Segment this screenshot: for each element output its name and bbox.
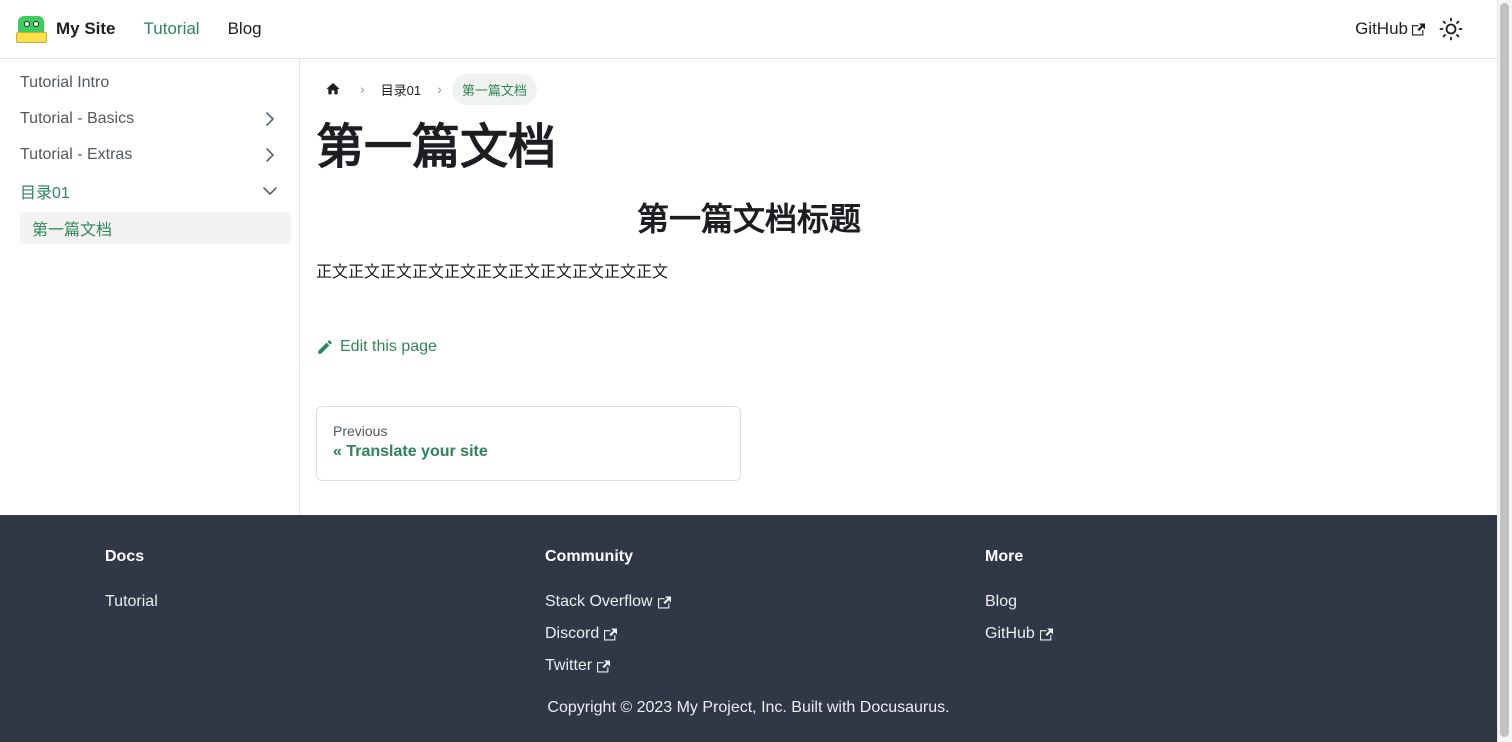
sidebar-item-tutorial-intro[interactable]: Tutorial Intro xyxy=(20,65,291,101)
theme-toggle-sun-icon[interactable] xyxy=(1439,17,1463,41)
chevron-right-icon[interactable] xyxy=(261,146,279,164)
pager-sublabel: Previous xyxy=(333,423,388,439)
sidebar-item-label: Tutorial - Extras xyxy=(20,146,133,163)
doc-body-text: 正文正文正文正文正文正文正文正文正文正文正文 xyxy=(316,264,669,281)
external-link-icon xyxy=(1039,628,1053,640)
footer-link-label: Tutorial xyxy=(105,593,158,610)
footer: Docs Tutorial Community Stack Overflow D… xyxy=(0,515,1497,742)
sidebar-item-first-doc[interactable]: 第一篇文档 xyxy=(20,212,291,244)
external-link-icon xyxy=(1412,23,1425,35)
page-scrollbar[interactable] xyxy=(1497,0,1512,742)
breadcrumb-separator: › xyxy=(360,81,365,97)
page-title: 第一篇文档 xyxy=(316,121,557,174)
footer-link-stack-overflow[interactable]: Stack Overflow xyxy=(545,586,671,618)
pencil-icon xyxy=(318,340,332,354)
footer-col-community: Community Stack Overflow Discord Twitter xyxy=(545,548,671,682)
footer-link-tutorial[interactable]: Tutorial xyxy=(105,586,158,618)
doc-heading: 第一篇文档标题 xyxy=(636,201,861,237)
dinosaur-logo-icon xyxy=(16,15,47,43)
doc-main: › 目录01 › 第一篇文档 第一篇文档 第一篇文档标题 正文正文正文正文正文正… xyxy=(316,59,1486,481)
sidebar-item-tutorial-basics[interactable]: Tutorial - Basics xyxy=(20,101,291,137)
sidebar-item-tutorial-extras[interactable]: Tutorial - Extras xyxy=(20,137,291,173)
external-link-icon xyxy=(657,596,671,608)
pagination-previous[interactable]: Previous « Translate your site xyxy=(316,406,741,481)
breadcrumb: › 目录01 › 第一篇文档 xyxy=(316,73,1486,105)
footer-col-title: More xyxy=(985,548,1024,565)
sidebar-item-label: Tutorial Intro xyxy=(20,74,110,91)
footer-col-docs: Docs Tutorial xyxy=(105,548,158,618)
footer-col-title: Docs xyxy=(105,548,145,565)
footer-copyright: Copyright © 2023 My Project, Inc. Built … xyxy=(547,699,950,716)
sidebar-category-mulu01[interactable]: 目录01 xyxy=(20,173,291,209)
footer-link-discord[interactable]: Discord xyxy=(545,618,671,650)
footer-link-blog[interactable]: Blog xyxy=(985,586,1053,618)
pager-label: « Translate your site xyxy=(333,443,488,460)
brand-title: My Site xyxy=(56,19,116,38)
nav-link-github[interactable]: GitHub xyxy=(1355,19,1425,39)
footer-col-more: More Blog GitHub xyxy=(985,548,1053,650)
home-icon xyxy=(326,83,340,95)
footer-link-twitter[interactable]: Twitter xyxy=(545,650,671,682)
external-link-icon xyxy=(597,660,611,672)
edit-page-link[interactable]: Edit this page xyxy=(316,338,1486,356)
footer-link-label: Twitter xyxy=(545,657,593,674)
scrollbar-thumb[interactable] xyxy=(1500,3,1509,737)
footer-link-label: Stack Overflow xyxy=(545,593,653,610)
footer-link-github[interactable]: GitHub xyxy=(985,618,1053,650)
edit-page-label: Edit this page xyxy=(340,338,437,355)
sidebar-item-label: 第一篇文档 xyxy=(32,222,113,239)
breadcrumb-home[interactable] xyxy=(316,74,350,104)
breadcrumb-item-current: 第一篇文档 xyxy=(451,73,537,105)
breadcrumb-item-parent[interactable]: 目录01 xyxy=(375,80,427,99)
footer-link-label: Blog xyxy=(985,593,1018,610)
nav-link-blog[interactable]: Blog xyxy=(228,19,262,39)
sidebar-item-label: 目录01 xyxy=(20,185,70,202)
docs-sidebar: Tutorial Intro Tutorial - Basics Tutoria… xyxy=(0,59,300,515)
external-link-icon xyxy=(604,628,618,640)
github-label: GitHub xyxy=(1355,19,1408,38)
brand-link[interactable]: My Site xyxy=(16,15,116,43)
nav-link-tutorial[interactable]: Tutorial xyxy=(144,19,200,39)
chevron-down-icon[interactable] xyxy=(261,182,279,200)
footer-link-label: GitHub xyxy=(985,625,1035,642)
footer-link-label: Discord xyxy=(545,625,600,642)
chevron-right-icon[interactable] xyxy=(261,110,279,128)
navbar: My Site Tutorial Blog GitHub xyxy=(0,0,1497,59)
sidebar-item-label: Tutorial - Basics xyxy=(20,110,135,127)
footer-col-title: Community xyxy=(545,548,633,565)
breadcrumb-separator: › xyxy=(437,81,442,97)
